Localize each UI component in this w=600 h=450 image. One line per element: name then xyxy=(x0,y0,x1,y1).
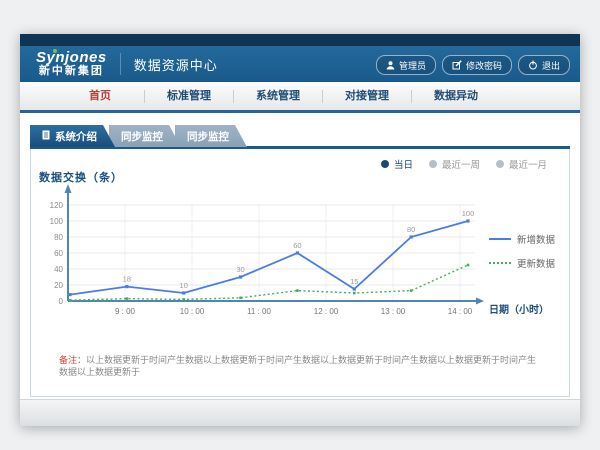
tab-sync-monitor-1[interactable]: 同步监控 xyxy=(109,125,181,147)
edit-icon xyxy=(452,60,462,70)
nav-item-home[interactable]: 首页 xyxy=(56,90,145,103)
top-strip xyxy=(20,34,580,46)
footnote-text: 以上数据更新于时间产生数据以上数据更新于时间产生数据以上数据更新于时间产生数据以… xyxy=(59,355,536,377)
svg-text:11 : 00: 11 : 00 xyxy=(247,307,271,316)
tab-sync-monitor-1-label: 同步监控 xyxy=(121,129,163,144)
tab-sync-monitor-2-label: 同步监控 xyxy=(187,129,229,144)
radio-today-label: 当日 xyxy=(394,157,413,171)
svg-text:60: 60 xyxy=(293,241,301,250)
legend-update-data: 更新数据 xyxy=(489,256,555,270)
logo-accent-dot xyxy=(53,49,57,53)
radio-last-week-dot xyxy=(429,160,437,168)
header-actions: 管理员 修改密码 退出 xyxy=(376,55,570,75)
chart-legend: 新增数据 更新数据 xyxy=(489,232,555,270)
svg-text:20: 20 xyxy=(54,281,63,290)
svg-text:12 : 00: 12 : 00 xyxy=(314,307,339,316)
svg-text:80: 80 xyxy=(407,225,415,234)
main-nav: 首页 标准管理 系统管理 对接管理 数据异动 xyxy=(20,82,580,113)
svg-text:9 : 00: 9 : 00 xyxy=(115,307,136,316)
app-window: Synjones 新中新集团 数据资源中心 管理员 修改密码 退出 首页 标准管… xyxy=(20,34,580,426)
nav-item-data-change[interactable]: 数据异动 xyxy=(412,90,500,103)
svg-text:100: 100 xyxy=(50,217,64,226)
legend-new-data: 新增数据 xyxy=(489,232,555,246)
svg-text:10: 10 xyxy=(180,281,188,290)
tab-sync-monitor-2[interactable]: 同步监控 xyxy=(175,125,247,147)
tab-bar: 系统介绍 同步监控 同步监控 xyxy=(30,125,241,147)
legend-line-dotted-icon xyxy=(489,262,511,264)
svg-text:14 : 00: 14 : 00 xyxy=(448,307,473,316)
line-chart: 0 20 40 60 80 100 120 9 : 00 10 : 00 11 : 00 12 : … xyxy=(35,179,485,329)
svg-text:120: 120 xyxy=(50,201,64,210)
svg-text:80: 80 xyxy=(54,233,63,242)
power-icon xyxy=(528,60,538,70)
radio-last-month-dot xyxy=(496,160,504,168)
footnote-prefix: 备注： xyxy=(59,355,86,365)
radio-last-month[interactable]: 最近一月 xyxy=(496,157,547,171)
svg-text:10 : 00: 10 : 00 xyxy=(180,307,205,316)
radio-today[interactable]: 当日 xyxy=(381,157,413,171)
radio-last-week[interactable]: 最近一周 xyxy=(429,157,480,171)
radio-today-dot xyxy=(381,160,389,168)
chart-panel: 当日 最近一周 最近一月 数据交换（条） 0204060801001209 : … xyxy=(30,149,570,397)
legend-update-data-label: 更新数据 xyxy=(517,256,555,270)
document-icon xyxy=(42,130,50,143)
app-header: Synjones 新中新集团 数据资源中心 管理员 修改密码 退出 xyxy=(20,46,580,82)
radio-last-week-label: 最近一周 xyxy=(442,157,480,171)
change-password-button[interactable]: 修改密码 xyxy=(442,55,512,75)
tab-system-intro-label: 系统介绍 xyxy=(55,129,97,144)
legend-line-solid-icon xyxy=(489,238,511,240)
logo-text-en: Synjones xyxy=(36,51,107,65)
nav-item-interface-mgmt[interactable]: 对接管理 xyxy=(323,90,412,103)
svg-text:0: 0 xyxy=(59,297,64,306)
svg-text:13 : 00: 13 : 00 xyxy=(381,307,406,316)
logout-label: 退出 xyxy=(542,59,560,72)
page-title: 数据资源中心 xyxy=(134,55,218,74)
svg-text:60: 60 xyxy=(54,249,63,258)
header-divider xyxy=(120,53,121,75)
logo-text-cn: 新中新集团 xyxy=(36,65,107,78)
window-footer-strip xyxy=(20,399,580,426)
radio-last-month-label: 最近一月 xyxy=(509,157,547,171)
admin-user-label: 管理员 xyxy=(399,59,426,72)
nav-item-system-mgmt[interactable]: 系统管理 xyxy=(234,90,323,103)
svg-text:30: 30 xyxy=(236,265,244,274)
nav-item-standard-mgmt[interactable]: 标准管理 xyxy=(145,90,234,103)
logout-button[interactable]: 退出 xyxy=(518,55,570,75)
change-password-label: 修改密码 xyxy=(466,59,502,72)
tab-system-intro[interactable]: 系统介绍 xyxy=(30,125,115,147)
user-icon xyxy=(386,60,395,70)
svg-text:100: 100 xyxy=(462,209,475,218)
legend-new-data-label: 新增数据 xyxy=(517,232,555,246)
svg-text:15: 15 xyxy=(350,277,358,286)
footnote: 备注：以上数据更新于时间产生数据以上数据更新于时间产生数据以上数据更新于时间产生… xyxy=(59,354,545,378)
company-logo: Synjones 新中新集团 xyxy=(36,51,107,78)
time-range-filter: 当日 最近一周 最近一月 xyxy=(381,157,547,171)
svg-text:18: 18 xyxy=(123,275,131,284)
x-axis-title: 日期（小时） xyxy=(489,301,549,316)
svg-text:40: 40 xyxy=(54,265,63,274)
admin-user-button[interactable]: 管理员 xyxy=(376,55,436,75)
